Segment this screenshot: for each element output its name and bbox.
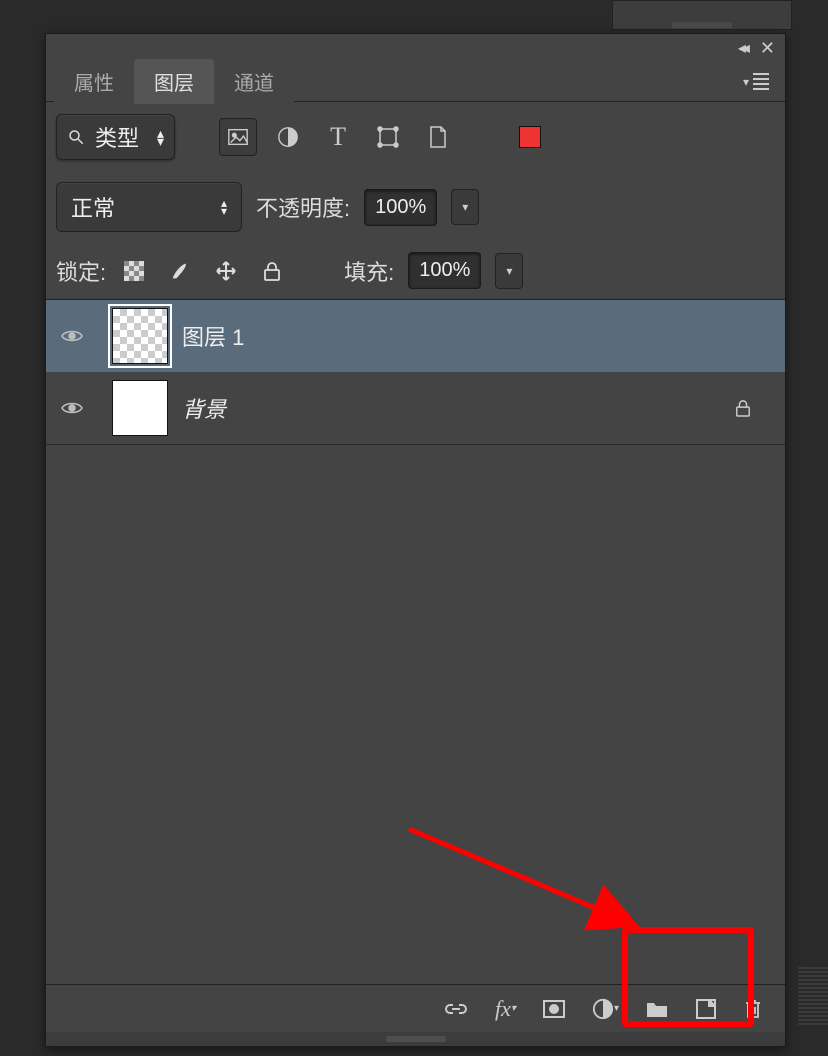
layer-name[interactable]: 背景: [182, 392, 721, 424]
adjustment-layer-icon[interactable]: ▾: [592, 998, 619, 1020]
layer-bottom-toolbar: fx▾ ▾: [46, 984, 785, 1032]
tab-channels[interactable]: 通道: [214, 59, 294, 104]
chevron-updown-icon: ▴▾: [157, 129, 164, 145]
layers-panel: ◂◂ ✕ 属性 图层 通道 ▾ 类型 ▴▾ T: [45, 33, 786, 1047]
grip-icon: [386, 1036, 446, 1042]
layer-list: 图层 1 背景: [46, 299, 785, 984]
close-icon[interactable]: ✕: [760, 38, 775, 59]
filter-pixel-icon[interactable]: [219, 118, 257, 156]
blend-mode-value: 正常: [71, 191, 115, 223]
delete-layer-icon[interactable]: [743, 997, 763, 1021]
filter-type-icon[interactable]: T: [319, 118, 357, 156]
fill-value[interactable]: 100%: [408, 252, 481, 289]
opacity-popup-icon[interactable]: ▾: [451, 189, 479, 225]
blend-opacity-row: 正常 ▴▾ 不透明度: 100% ▾: [46, 172, 785, 242]
lock-transparency-icon[interactable]: [120, 257, 148, 285]
filter-shape-icon[interactable]: [369, 118, 407, 156]
lock-paint-icon[interactable]: [166, 257, 194, 285]
new-layer-icon[interactable]: [695, 998, 717, 1020]
tab-row: 属性 图层 通道 ▾: [46, 62, 785, 102]
panel-menu-icon[interactable]: ▾: [743, 73, 769, 90]
eye-icon[interactable]: [60, 400, 84, 416]
filter-adjustment-icon[interactable]: [269, 118, 307, 156]
new-group-icon[interactable]: [645, 999, 669, 1019]
filter-type-dropdown[interactable]: 类型 ▴▾: [56, 114, 175, 160]
layer-thumbnail[interactable]: [112, 308, 168, 364]
layer-row[interactable]: 图层 1: [46, 300, 785, 372]
add-mask-icon[interactable]: [542, 999, 566, 1019]
swatch-icon: [519, 126, 541, 148]
right-edge-texture: [798, 965, 828, 1025]
lock-label: 锁定:: [56, 255, 106, 287]
lock-icons-group: [120, 257, 286, 285]
fill-popup-icon[interactable]: ▾: [495, 253, 523, 289]
link-layers-icon[interactable]: [443, 1002, 469, 1016]
tab-properties[interactable]: 属性: [54, 59, 134, 104]
top-panel-strip: [612, 0, 792, 30]
filter-smartobject-icon[interactable]: [419, 118, 457, 156]
layer-row[interactable]: 背景: [46, 372, 785, 444]
layer-name[interactable]: 图层 1: [182, 320, 721, 352]
grip-icon: [672, 22, 732, 28]
lock-all-icon[interactable]: [258, 257, 286, 285]
layer-thumbnail[interactable]: [112, 380, 168, 436]
layer-list-empty-area[interactable]: [46, 444, 785, 984]
tab-layers[interactable]: 图层: [134, 59, 214, 104]
collapse-icon[interactable]: ◂◂: [738, 38, 746, 58]
panel-resize-grip[interactable]: [46, 1032, 785, 1046]
layer-filter-row: 类型 ▴▾ T: [46, 102, 785, 172]
lock-icon[interactable]: [735, 399, 775, 417]
layer-effects-icon[interactable]: fx▾: [495, 996, 516, 1022]
blend-mode-dropdown[interactable]: 正常 ▴▾: [56, 182, 242, 232]
hamburger-icon: [753, 73, 769, 90]
opacity-value[interactable]: 100%: [364, 189, 437, 226]
eye-icon[interactable]: [60, 328, 84, 344]
search-icon: [67, 128, 85, 146]
opacity-label: 不透明度:: [256, 191, 350, 223]
color-swatch[interactable]: [511, 118, 549, 156]
fill-label: 填充:: [344, 255, 394, 287]
panel-header: ◂◂ ✕: [46, 34, 785, 62]
lock-fill-row: 锁定: 填充: 100% ▾: [46, 242, 785, 299]
chevron-updown-icon: ▴▾: [221, 199, 227, 215]
filter-label: 类型: [95, 121, 139, 153]
lock-position-icon[interactable]: [212, 257, 240, 285]
